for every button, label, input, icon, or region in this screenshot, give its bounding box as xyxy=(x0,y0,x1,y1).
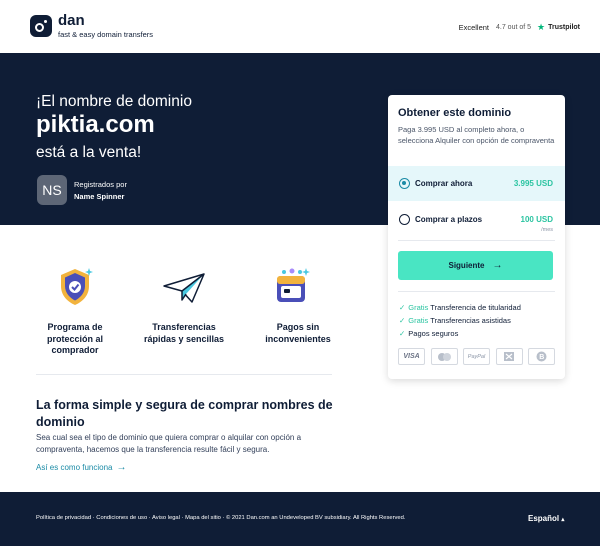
logo-ring xyxy=(35,23,44,32)
bitcoin-icon: B xyxy=(528,348,555,365)
arrow-right-icon: → xyxy=(116,462,127,473)
benefit-item: ✓ Gratis Transferencias asistidas xyxy=(399,316,511,325)
benefit-item: ✓ Gratis Transferencia de titularidad xyxy=(399,303,521,312)
registered-label: Registrados por xyxy=(74,180,127,189)
logo-dot xyxy=(44,20,47,23)
hero-subtitle: está a la venta! xyxy=(36,144,142,161)
language-selector[interactable]: Español ▴ xyxy=(528,514,564,523)
option-label: Comprar a plazos xyxy=(415,215,483,224)
trustpilot-brand: Trustpilot xyxy=(548,24,580,31)
site-header: dan fast & easy domain transfers Excelle… xyxy=(0,0,600,53)
registrar-name: Name Spinner xyxy=(74,192,125,201)
section-divider xyxy=(36,374,332,375)
bank-transfer-icon xyxy=(495,348,523,365)
wallet-icon xyxy=(277,268,310,302)
benefit-highlight: Gratis xyxy=(408,316,429,325)
hero-title: ¡El nombre de dominio xyxy=(36,93,192,110)
benefit-item: ✓ Pagos seguros xyxy=(399,329,458,338)
brand-name[interactable]: dan xyxy=(58,12,85,29)
paypal-icon: PayPal xyxy=(463,348,490,365)
info-title: La forma simple y segura de comprar nomb… xyxy=(36,398,333,429)
shield-check-icon xyxy=(61,268,93,305)
feature-label: Programa de protección al comprador xyxy=(46,322,103,356)
purchase-card: Obtener este dominio Paga 3.995 USD al c… xyxy=(388,95,565,379)
dan-logo-icon[interactable] xyxy=(30,15,52,37)
option-label: Comprar ahora xyxy=(415,179,473,188)
site-footer: Política de privacidad · Condiciones de … xyxy=(0,492,600,546)
mastercard-icon xyxy=(430,348,458,365)
payment-methods: VISA PayPal B xyxy=(398,348,555,365)
brand-tagline: fast & easy domain transfers xyxy=(58,30,154,39)
paper-plane-icon xyxy=(163,273,205,303)
info-body: Sea cual sea el tipo de dominio que quie… xyxy=(36,433,302,454)
benefit-highlight: Gratis xyxy=(408,303,429,312)
option-unit: /mes xyxy=(541,227,553,233)
trustpilot-star-icon: ★ xyxy=(537,22,546,32)
feature-label: Pagos sin inconvenientes xyxy=(265,322,331,344)
trust-score: 4.7 out of 5 xyxy=(496,24,532,31)
language-label: Español xyxy=(528,514,560,523)
option-price: 3.995 USD xyxy=(513,179,553,188)
trustpilot-rating[interactable]: Excellent 4.7 out of 5 ★ Trustpilot xyxy=(459,22,580,33)
arrow-right-icon: → xyxy=(492,260,503,271)
feature-label: Transferencias rápidas y sencillas xyxy=(143,322,225,344)
benefit-text: Transferencias asistidas xyxy=(430,316,511,325)
card-divider xyxy=(398,240,555,241)
svg-text:B: B xyxy=(539,354,544,361)
visa-icon: VISA xyxy=(398,348,425,365)
card-title: Obtener este dominio xyxy=(398,107,512,119)
how-it-works-link[interactable]: Así es como funciona → xyxy=(36,462,126,473)
next-button[interactable]: Siguiente → xyxy=(398,251,553,280)
card-description: Paga 3.995 USD al completo ahora, o sele… xyxy=(398,125,555,145)
check-icon: ✓ xyxy=(399,329,406,338)
caret-up-icon: ▴ xyxy=(561,517,565,523)
how-it-works-label: Así es como funciona xyxy=(36,463,113,472)
benefit-text: Transferencia de titularidad xyxy=(430,303,521,312)
footer-links[interactable]: Política de privacidad · Condiciones de … xyxy=(36,515,405,521)
option-buy-now[interactable]: Comprar ahora 3.995 USD xyxy=(388,166,565,201)
benefit-text: Pagos seguros xyxy=(408,329,459,338)
domain-name: piktia.com xyxy=(36,111,155,138)
radio-installments[interactable] xyxy=(399,214,410,225)
card-divider xyxy=(398,291,555,292)
registrar-avatar: NS xyxy=(37,175,67,205)
check-icon: ✓ xyxy=(399,316,406,325)
next-button-label: Siguiente xyxy=(448,261,485,270)
check-icon: ✓ xyxy=(399,303,406,312)
trust-label: Excellent xyxy=(458,23,489,32)
option-price: 100 USD xyxy=(520,215,553,224)
radio-buy-now[interactable] xyxy=(399,178,410,189)
